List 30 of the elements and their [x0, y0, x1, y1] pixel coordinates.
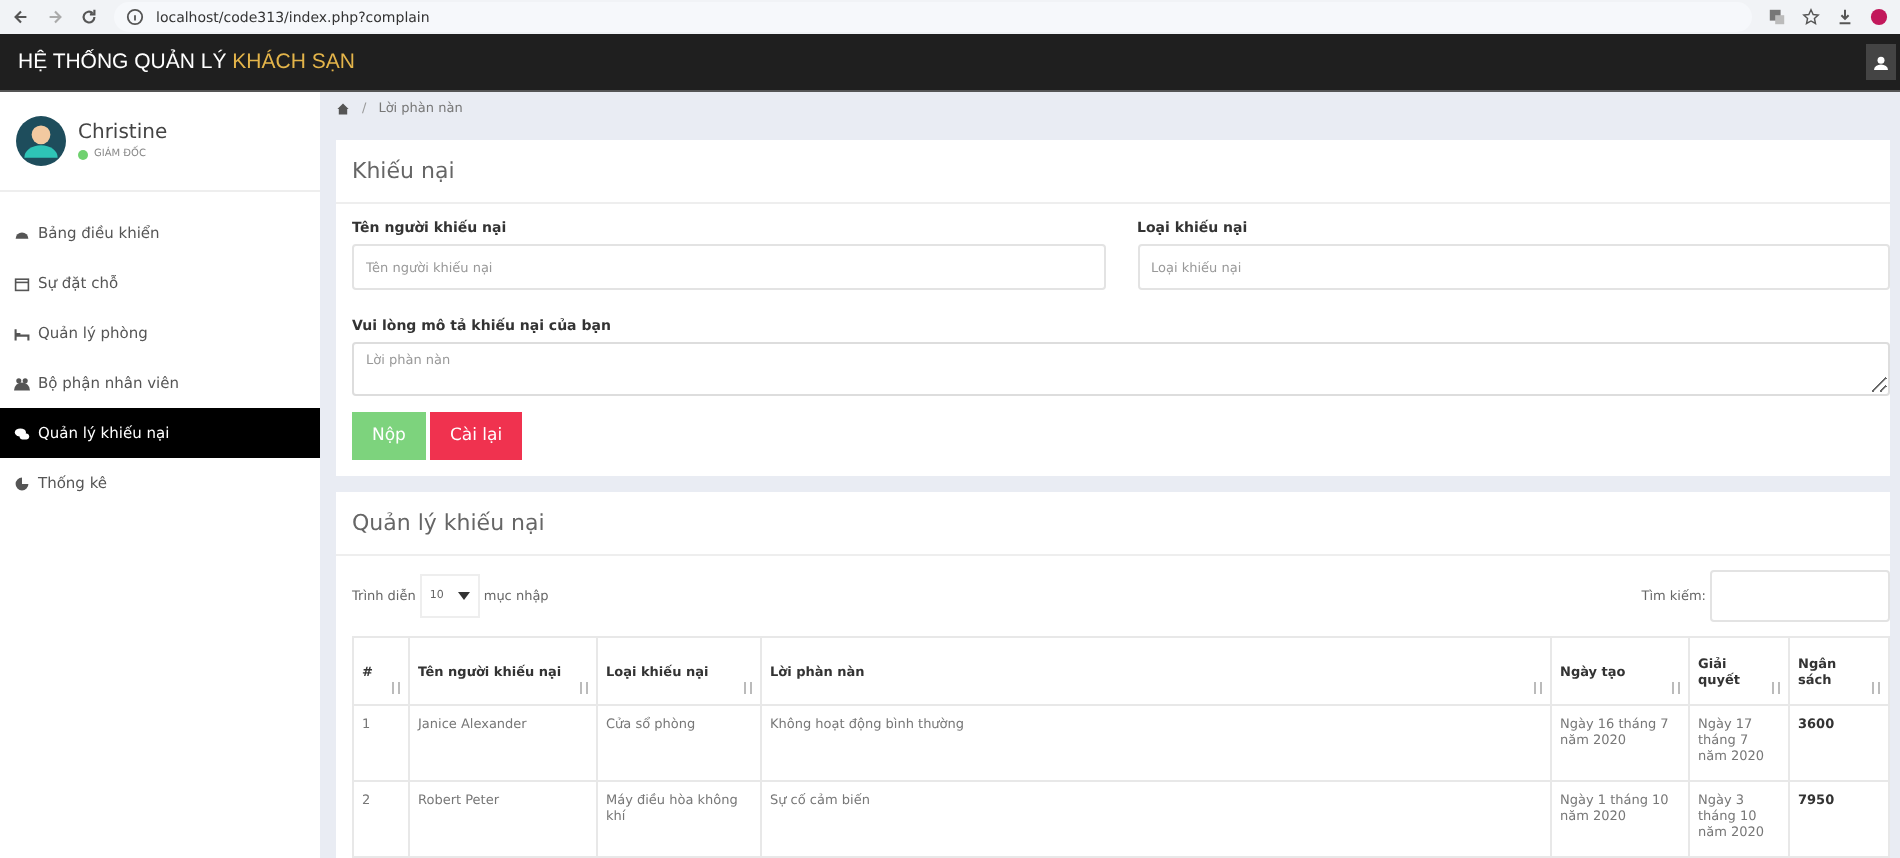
download-icon[interactable] — [1836, 8, 1854, 26]
sort-icon — [742, 682, 754, 694]
back-icon[interactable] — [12, 8, 30, 26]
comments-icon — [14, 425, 30, 441]
card-title: Quản lý khiếu nại — [336, 492, 1890, 556]
star-icon[interactable] — [1802, 8, 1820, 26]
avatar-icon — [16, 116, 66, 166]
search-field[interactable] — [1710, 570, 1890, 622]
user-icon — [1874, 55, 1888, 69]
pie-chart-icon — [14, 475, 30, 491]
translate-icon[interactable] — [1768, 8, 1786, 26]
card-title: Khiếu nại — [336, 140, 1890, 204]
user-menu-button[interactable] — [1866, 44, 1896, 80]
sort-icon — [1670, 682, 1682, 694]
calendar-icon — [14, 275, 30, 291]
reload-icon[interactable] — [80, 8, 98, 26]
caret-icon — [457, 592, 470, 600]
bed-icon — [14, 325, 30, 341]
sort-icon — [1532, 682, 1544, 694]
sort-icon — [390, 682, 402, 694]
avatar-icon[interactable] — [1870, 8, 1888, 26]
reset-button[interactable]: Cài lại — [429, 412, 523, 460]
user-name: Christine — [78, 122, 168, 144]
sort-icon — [1870, 682, 1882, 694]
home-icon[interactable] — [336, 101, 350, 115]
info-icon — [126, 8, 144, 26]
users-icon — [14, 375, 30, 391]
sort-icon — [578, 682, 590, 694]
app-title: HỆ THỐNG QUẢN LÝ KHÁCH SẠN — [18, 50, 355, 74]
sort-icon — [1770, 682, 1782, 694]
